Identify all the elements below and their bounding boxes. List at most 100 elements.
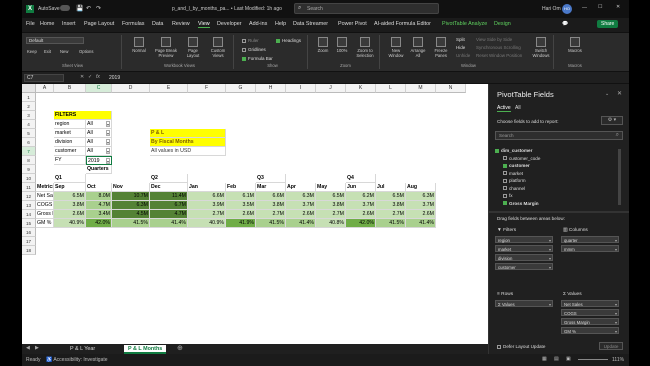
- row-header[interactable]: 6: [22, 138, 36, 147]
- tab-developer[interactable]: Developer: [217, 21, 242, 27]
- row-header[interactable]: 15: [22, 219, 36, 228]
- add-sheet-icon[interactable]: ⊕: [177, 344, 183, 352]
- filter-dropdown-icon[interactable]: ▾: [105, 121, 110, 127]
- value-cell[interactable]: 2.7M: [256, 210, 286, 219]
- pane-close-icon[interactable]: ✕: [617, 90, 622, 97]
- pl-box-subtitle[interactable]: By Fiscal Months: [150, 138, 226, 147]
- sheet-view-dropdown[interactable]: Default: [26, 37, 84, 44]
- sync-scroll-button[interactable]: Synchronous Scrolling: [476, 45, 521, 50]
- field-checkbox-icon[interactable]: [503, 163, 507, 168]
- area-field-chip[interactable]: COGS: [561, 309, 619, 317]
- value-cell[interactable]: 2.6M: [54, 210, 86, 219]
- month-header[interactable]: Apr: [286, 183, 316, 192]
- filter-value[interactable]: All ▾: [86, 120, 112, 129]
- tab-review[interactable]: Review: [172, 21, 190, 27]
- field-checkbox-icon[interactable]: [495, 148, 499, 153]
- field-search-input[interactable]: Search ⌕: [495, 131, 623, 140]
- row-header[interactable]: 5: [22, 129, 36, 138]
- value-cell[interactable]: 4.7M: [86, 201, 112, 210]
- fx-icon[interactable]: fx: [96, 74, 100, 80]
- filter-label[interactable]: customer: [54, 147, 86, 156]
- row-header[interactable]: 16: [22, 228, 36, 237]
- metric-label[interactable]: Net Sales: [36, 192, 54, 201]
- tab-page-layout[interactable]: Page Layout: [84, 21, 114, 27]
- avatar[interactable]: HO: [562, 4, 572, 14]
- filter-label[interactable]: division: [54, 138, 86, 147]
- value-cell[interactable]: 2.6M: [226, 210, 256, 219]
- value-cell[interactable]: 2.6M: [406, 210, 436, 219]
- column-header[interactable]: F: [188, 84, 226, 93]
- column-header[interactable]: E: [150, 84, 188, 93]
- row-header[interactable]: 7: [22, 147, 36, 156]
- row-header[interactable]: 3: [22, 111, 36, 120]
- column-header[interactable]: G: [226, 84, 256, 93]
- update-button[interactable]: Update: [599, 342, 623, 350]
- formula-input[interactable]: 2019: [106, 74, 626, 82]
- freeze-panes-button[interactable]: Freeze Panes: [430, 37, 452, 58]
- value-cell[interactable]: 3.7M: [286, 201, 316, 210]
- accessibility-status[interactable]: ♿ Accessibility: Investigate: [46, 357, 108, 363]
- pane-tab-active[interactable]: Active: [497, 105, 511, 112]
- area-field-chip[interactable]: Net Sales: [561, 300, 619, 308]
- arrange-all-button[interactable]: Arrange All: [408, 37, 428, 58]
- field-checkbox-icon[interactable]: [503, 193, 507, 198]
- reset-window-button[interactable]: Reset Window Position: [476, 53, 522, 58]
- page-layout-status-icon[interactable]: ▤: [554, 356, 559, 362]
- area-field-chip[interactable]: region: [495, 236, 553, 244]
- zoom-100-button[interactable]: 100%: [334, 37, 350, 53]
- value-cell[interactable]: 6.6M: [188, 192, 226, 201]
- options-button[interactable]: Options: [79, 49, 93, 54]
- field-item[interactable]: Gross Margin: [503, 200, 539, 208]
- filter-dropdown-icon[interactable]: ▾: [105, 148, 110, 154]
- month-header[interactable]: Jan: [188, 183, 226, 192]
- ruler-checkbox[interactable]: Ruler: [242, 38, 259, 43]
- metric-label[interactable]: GM %: [36, 219, 54, 228]
- quarter-label[interactable]: Q3: [256, 174, 286, 183]
- value-cell[interactable]: 3.4M: [86, 210, 112, 219]
- row-header[interactable]: 18: [22, 246, 36, 255]
- comments-icon[interactable]: 💬: [562, 21, 568, 27]
- filter-label[interactable]: market: [54, 129, 86, 138]
- value-cell[interactable]: 2.7M: [376, 210, 406, 219]
- page-layout-button[interactable]: Page Layout: [182, 37, 204, 58]
- value-cell[interactable]: 6.5M: [54, 192, 86, 201]
- undo-icon[interactable]: ↶: [86, 5, 91, 12]
- new-button[interactable]: New: [60, 49, 68, 54]
- tab-home[interactable]: Home: [40, 21, 54, 27]
- month-header[interactable]: Oct: [86, 183, 112, 192]
- column-header[interactable]: C: [86, 84, 112, 93]
- area-field-chip[interactable]: GM %: [561, 327, 619, 335]
- value-cell[interactable]: 4.7M: [150, 210, 188, 219]
- field-checkbox-icon[interactable]: [503, 171, 507, 176]
- value-cell[interactable]: 2.6M: [286, 210, 316, 219]
- value-cell[interactable]: 3.7M: [346, 201, 376, 210]
- filter-dropdown-icon[interactable]: ▾: [105, 158, 110, 164]
- switch-windows-button[interactable]: Switch Windows: [530, 37, 552, 58]
- value-cell[interactable]: 41.4%: [150, 219, 188, 228]
- value-cell[interactable]: 11.4M: [150, 192, 188, 201]
- quarter-label[interactable]: Q1: [54, 174, 86, 183]
- filter-value[interactable]: All ▾: [86, 138, 112, 147]
- field-checkbox-icon[interactable]: [503, 156, 507, 161]
- tab-power-pivot[interactable]: Power Pivot: [338, 21, 367, 27]
- custom-views-button[interactable]: Custom Views: [206, 37, 230, 58]
- next-sheet-icon[interactable]: ▶: [35, 345, 39, 351]
- row-header[interactable]: 4: [22, 120, 36, 129]
- value-cell[interactable]: 3.9M: [188, 201, 226, 210]
- gear-icon[interactable]: ⚙ ▾: [601, 116, 623, 125]
- value-cell[interactable]: 2.7M: [316, 210, 346, 219]
- row-header[interactable]: 10: [22, 174, 36, 183]
- month-header[interactable]: May: [316, 183, 346, 192]
- value-cell[interactable]: 3.5M: [226, 201, 256, 210]
- value-cell[interactable]: 3.8M: [54, 201, 86, 210]
- tab-pivottable-analyze[interactable]: PivotTable Analyze: [442, 21, 487, 27]
- value-cell[interactable]: 41.9%: [226, 219, 256, 228]
- filter-label[interactable]: FY: [54, 156, 86, 165]
- metric-label[interactable]: Gross Margin: [36, 210, 54, 219]
- row-header[interactable]: 14: [22, 210, 36, 219]
- rows-area[interactable]: Σ Values: [495, 300, 557, 342]
- area-field-chip[interactable]: market: [495, 245, 553, 253]
- value-cell[interactable]: 41.4%: [406, 219, 436, 228]
- value-cell[interactable]: 6.6M: [256, 192, 286, 201]
- quarter-label[interactable]: Q2: [150, 174, 188, 183]
